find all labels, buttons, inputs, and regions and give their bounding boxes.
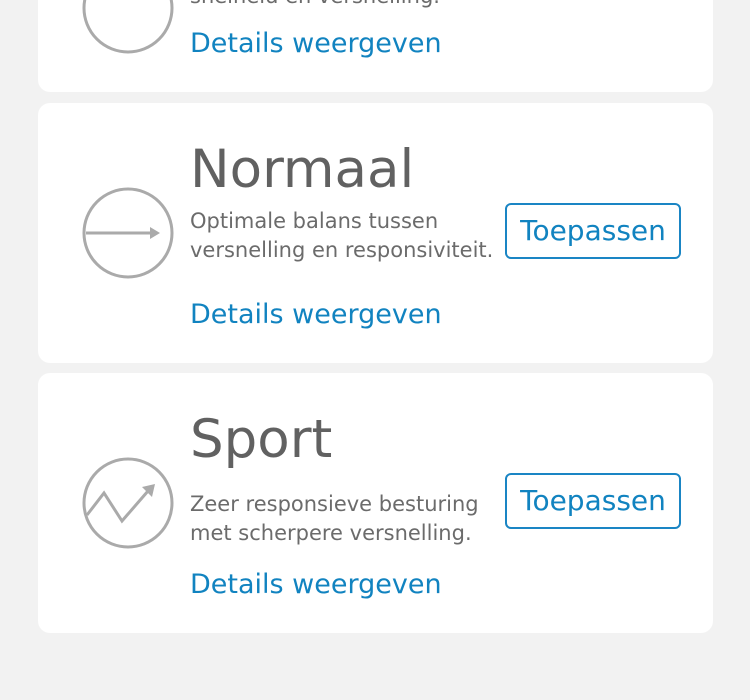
apply-button[interactable]: Toepassen xyxy=(505,203,681,259)
details-link[interactable]: Details weergeven xyxy=(190,569,442,601)
mode-title: Sport xyxy=(190,409,333,470)
zigzag-arrow-circle-icon xyxy=(82,457,174,549)
mode-description: Optimale balans tussen versnelling en re… xyxy=(190,209,494,262)
mode-description: snelheid en versnelling. xyxy=(190,0,510,11)
mode-description: Zeer responsieve besturing met scherpere… xyxy=(190,492,479,545)
details-link[interactable]: Details weergeven xyxy=(190,299,442,331)
mode-title: Normaal xyxy=(190,139,415,200)
apply-button[interactable]: Toepassen xyxy=(505,473,681,529)
mode-card-sport: Sport Zeer responsieve besturing met sch… xyxy=(38,373,713,633)
details-link[interactable]: Details weergeven xyxy=(190,28,442,60)
mode-card-eco: snelheid en versnelling. Details weergev… xyxy=(38,0,713,92)
arrow-right-circle-icon xyxy=(82,187,174,279)
mode-card-normaal: Normaal Optimale balans tussen versnelli… xyxy=(38,103,713,363)
mode-icon-circle xyxy=(82,0,174,54)
